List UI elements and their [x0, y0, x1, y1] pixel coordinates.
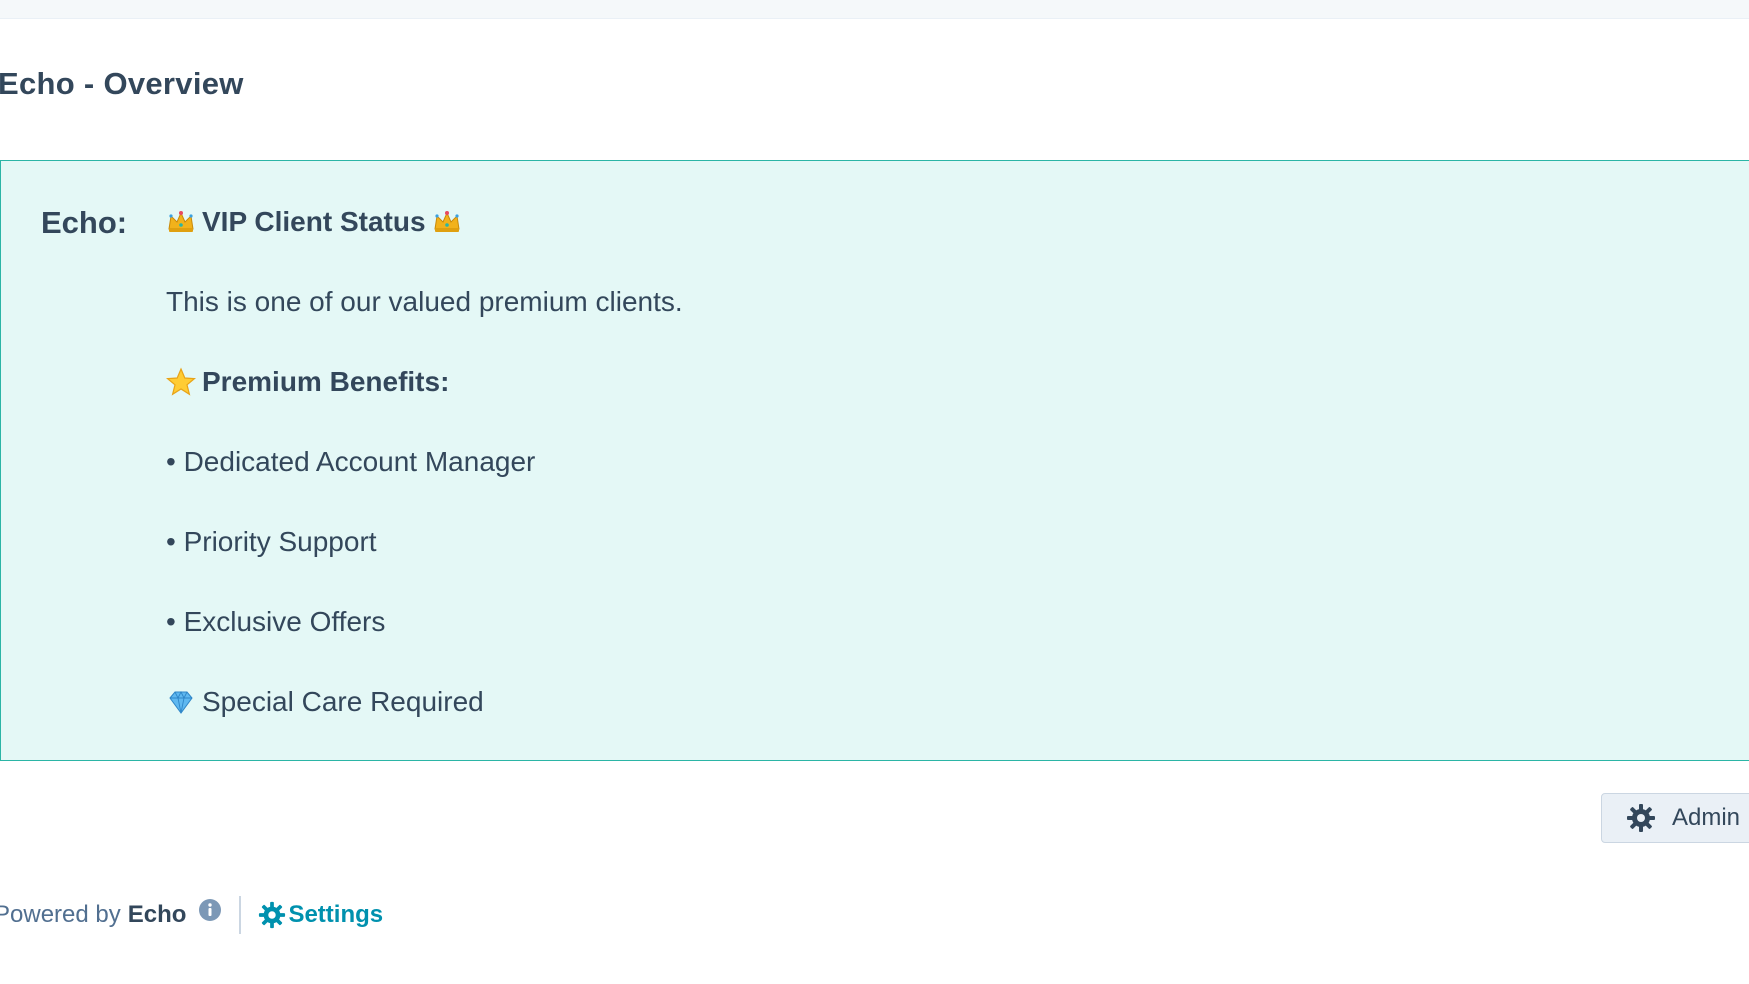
intro-text: This is one of our valued premium client…: [166, 286, 683, 317]
admin-button[interactable]: Admin: [1601, 793, 1749, 843]
vip-headline: VIP Client Status: [166, 206, 462, 238]
info-icon[interactable]: [198, 898, 222, 922]
footer-divider: [239, 896, 242, 934]
settings-link-label: Settings: [288, 901, 384, 928]
powered-by-text: Powered by: [0, 901, 121, 928]
footer: Powered by Echo Settings: [0, 895, 383, 935]
benefits-heading-text: Premium Benefits:: [202, 366, 450, 397]
card-label: Echo:: [41, 205, 128, 240]
crown-icon: [166, 207, 196, 237]
gear-icon: [258, 901, 286, 929]
vip-headline-text: VIP Client Status: [202, 206, 426, 237]
crown-icon: [432, 207, 462, 237]
benefits-heading: Premium Benefits:: [166, 366, 449, 398]
page-title: Echo - Overview: [0, 66, 244, 101]
gear-icon: [1626, 803, 1656, 833]
star-icon: [166, 367, 196, 397]
admin-button-label: Admin: [1672, 804, 1741, 831]
top-bar: [0, 0, 1749, 19]
benefit-item: • Priority Support: [166, 526, 377, 557]
settings-link[interactable]: Settings: [258, 901, 383, 929]
special-care-text: Special Care Required: [202, 686, 484, 717]
gem-icon: [166, 687, 196, 717]
brand-name: Echo: [127, 901, 187, 928]
benefit-item: • Exclusive Offers: [166, 606, 386, 637]
benefit-item: • Dedicated Account Manager: [166, 446, 536, 477]
special-care-note: Special Care Required: [166, 686, 484, 718]
